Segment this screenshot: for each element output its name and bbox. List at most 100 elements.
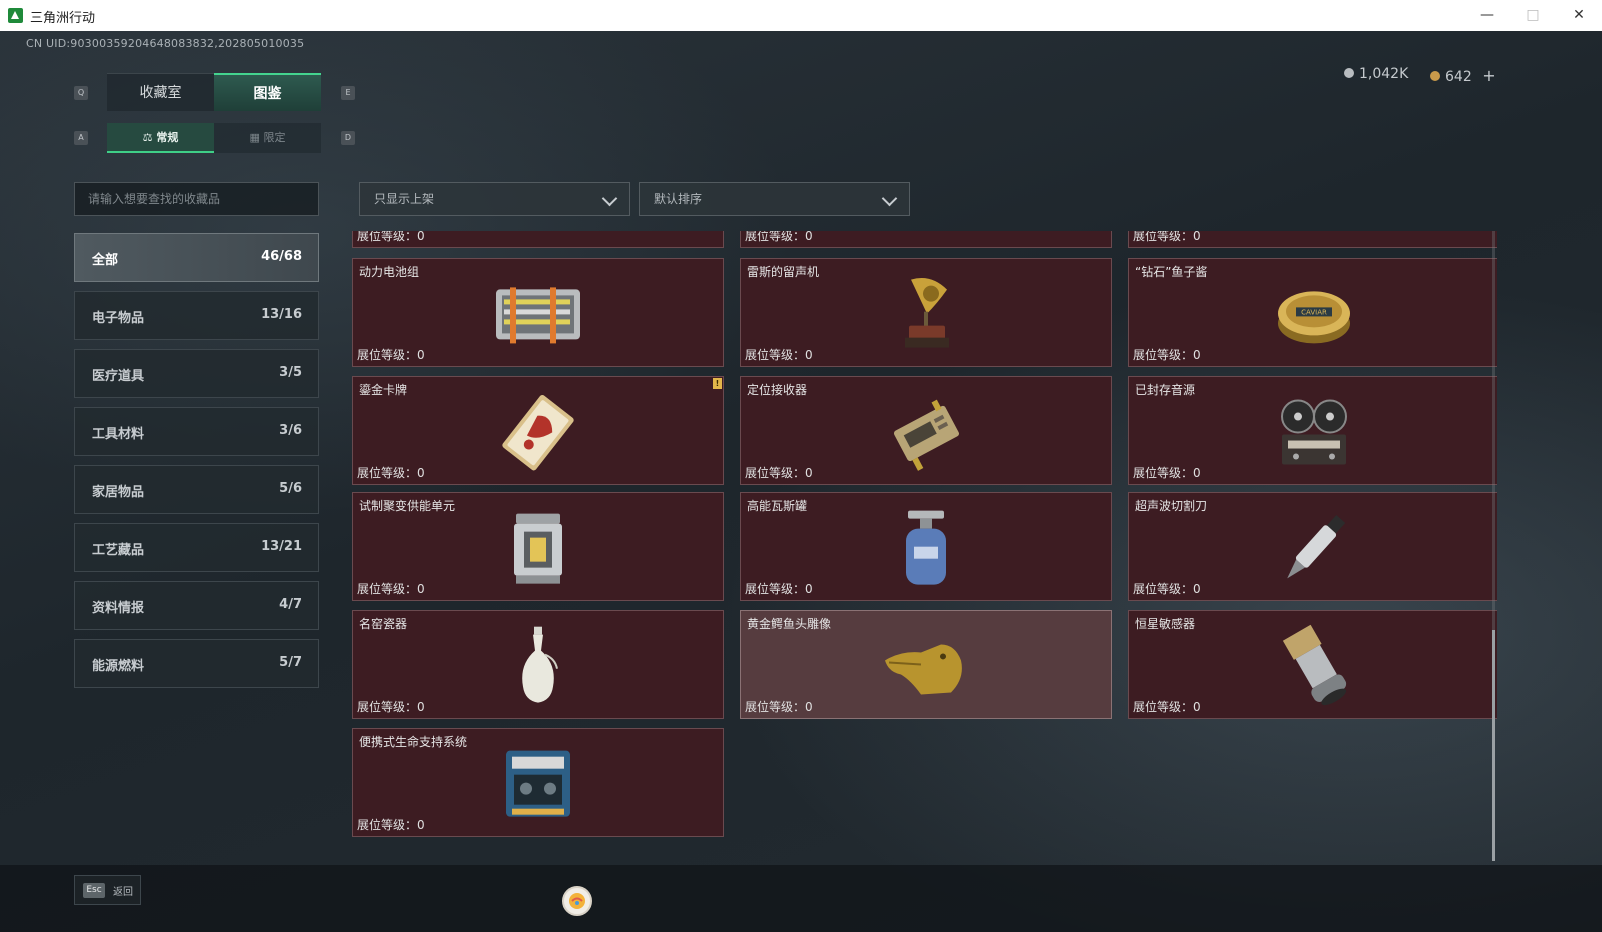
fusion-unit-icon — [506, 507, 570, 589]
sort-label: 默认排序 — [654, 192, 703, 206]
item-card-fusion-unit[interactable]: 试制聚变供能单元 展位等级：0 — [352, 492, 724, 601]
subtab-regular-label: 常规 — [156, 131, 179, 144]
shelf-filter-dropdown[interactable]: 只显示上架 — [359, 182, 630, 216]
item-name: 恒星敏感器 — [1135, 617, 1196, 631]
item-card-gramophone[interactable]: 雷斯的留声机 展位等级：0 — [740, 258, 1112, 367]
item-card-partial[interactable]: 展位等级：0 — [352, 231, 724, 248]
add-currency-button[interactable]: + — [1482, 66, 1495, 85]
limited-icon: ▦ — [249, 131, 260, 144]
item-name: 试制聚变供能单元 — [359, 499, 456, 513]
display-level: 展位等级：0 — [745, 348, 813, 362]
gas-canister-icon — [896, 506, 956, 590]
category-medical[interactable]: 医疗道具 3/5 — [74, 349, 319, 398]
floating-assistant-icon[interactable] — [562, 886, 592, 916]
category-count: 13/16 — [261, 307, 302, 322]
display-level: 展位等级：0 — [357, 466, 425, 480]
category-electronics[interactable]: 电子物品 13/16 — [74, 291, 319, 340]
category-label: 资料情报 — [92, 601, 145, 616]
sort-dropdown[interactable]: 默认排序 — [639, 182, 910, 216]
item-name: 鎏金卡牌 — [359, 383, 408, 397]
item-card-life-support[interactable]: 便携式生命支持系统 展位等级：0 — [352, 728, 724, 837]
item-card-gold-crocodile[interactable]: 黄金鳄鱼头雕像 展位等级：0 — [740, 610, 1112, 719]
item-name: 名窑瓷器 — [359, 617, 408, 631]
item-name: 动力电池组 — [359, 265, 420, 279]
search-input[interactable]: 请输入想要查找的收藏品 — [74, 182, 319, 216]
item-card-battery-pack[interactable]: 动力电池组 展位等级：0 — [352, 258, 724, 367]
star-sensor-icon — [1274, 624, 1354, 708]
silver-amount: 1,042K — [1359, 66, 1409, 82]
game-viewport: CN UID:90300359204648083832,202805010035… — [0, 31, 1602, 932]
minimize-button[interactable]: — — [1464, 0, 1510, 31]
ultrasonic-knife-icon — [1274, 506, 1354, 590]
key-hint-a: A — [74, 131, 88, 145]
category-label: 医疗道具 — [92, 369, 145, 384]
tab-collection-room[interactable]: 收藏室 — [107, 73, 214, 111]
reel-recorder-icon — [1274, 394, 1354, 470]
category-label: 工艺藏品 — [92, 543, 145, 558]
item-grid: 展位等级：0 展位等级：0 展位等级：0 动力电池组 展位等级：0 雷斯的留声机… — [352, 231, 1497, 861]
display-level: 展位等级：0 — [745, 231, 813, 243]
item-name: 黄金鳄鱼头雕像 — [747, 617, 832, 631]
grid-scrollbar-thumb[interactable] — [1492, 630, 1495, 861]
category-count: 5/7 — [279, 655, 302, 670]
item-card-sealed-audio[interactable]: 已封存音源 展位等级：0 — [1128, 376, 1497, 485]
display-level: 展位等级：0 — [745, 582, 813, 596]
category-all[interactable]: 全部 46/68 — [74, 233, 319, 282]
display-level: 展位等级：0 — [357, 818, 425, 832]
caviar-tin-icon: CAVIAR — [1274, 279, 1354, 349]
category-energy[interactable]: 能源燃料 5/7 — [74, 639, 319, 688]
gramophone-icon — [891, 273, 961, 355]
gold-amount: 642 — [1445, 69, 1472, 85]
subtab-regular[interactable]: ⚖ 常规 — [107, 123, 214, 153]
item-card-partial[interactable]: 展位等级：0 — [1128, 231, 1497, 248]
category-count: 46/68 — [261, 249, 302, 264]
item-card-gas-canister[interactable]: 高能瓦斯罐 展位等级：0 — [740, 492, 1112, 601]
item-card-caviar[interactable]: “钻石”鱼子酱 CAVIAR 展位等级：0 — [1128, 258, 1497, 367]
category-label: 家居物品 — [92, 485, 145, 500]
svg-text:CAVIAR: CAVIAR — [1301, 308, 1327, 316]
item-card-porcelain[interactable]: 名窑瓷器 展位等级：0 — [352, 610, 724, 719]
display-level: 展位等级：0 — [745, 700, 813, 714]
item-card-star-sensor[interactable]: 恒星敏感器 展位等级：0 — [1128, 610, 1497, 719]
display-level: 展位等级：0 — [1133, 466, 1201, 480]
uid-label: CN UID:90300359204648083832,202805010035 — [26, 37, 305, 50]
category-count: 4/7 — [279, 597, 302, 612]
category-tools[interactable]: 工具材料 3/6 — [74, 407, 319, 456]
close-button[interactable]: ✕ — [1556, 0, 1602, 31]
display-level: 展位等级：0 — [1133, 700, 1201, 714]
shelf-filter-label: 只显示上架 — [374, 192, 435, 206]
item-name: 便携式生命支持系统 — [359, 735, 468, 749]
category-intel[interactable]: 资料情报 4/7 — [74, 581, 319, 630]
key-hint-d: D — [341, 131, 355, 145]
subtab-limited[interactable]: ▦ 限定 — [214, 123, 321, 153]
app-logo-icon — [8, 8, 23, 23]
window-titlebar: 三角洲行动 — □ ✕ — [0, 0, 1602, 32]
item-card-partial[interactable]: 展位等级：0 — [740, 231, 1112, 248]
item-name: “钻石”鱼子酱 — [1135, 265, 1208, 279]
gilded-card-icon — [493, 389, 583, 475]
category-label: 工具材料 — [92, 427, 145, 442]
item-card-ultrasonic-knife[interactable]: 超声波切割刀 展位等级：0 — [1128, 492, 1497, 601]
esc-key-hint: Esc — [83, 883, 105, 898]
maximize-button[interactable]: □ — [1510, 0, 1556, 31]
category-label: 电子物品 — [92, 311, 145, 326]
category-household[interactable]: 家居物品 5/6 — [74, 465, 319, 514]
tab-catalog[interactable]: 图鉴 — [214, 73, 321, 111]
window-title: 三角洲行动 — [30, 11, 96, 26]
category-crafts[interactable]: 工艺藏品 13/21 — [74, 523, 319, 572]
item-card-gilded-card[interactable]: 鎏金卡牌 ! 展位等级：0 — [352, 376, 724, 485]
gold-crocodile-statue-icon — [881, 630, 971, 702]
item-name: 高能瓦斯罐 — [747, 499, 808, 513]
bottom-bar — [0, 865, 1602, 932]
display-level: 展位等级：0 — [1133, 348, 1201, 362]
display-level: 展位等级：0 — [357, 582, 425, 596]
item-name: 定位接收器 — [747, 383, 808, 397]
chevron-down-icon — [881, 190, 898, 207]
regular-icon: ⚖ — [142, 131, 153, 144]
category-count: 13/21 — [261, 539, 302, 554]
gold-currency: 642 + — [1430, 66, 1496, 85]
subtab-limited-label: 限定 — [263, 131, 286, 144]
display-level: 展位等级：0 — [357, 231, 425, 243]
back-button[interactable]: Esc 返回 — [74, 875, 141, 905]
item-card-gps-receiver[interactable]: 定位接收器 展位等级：0 — [740, 376, 1112, 485]
